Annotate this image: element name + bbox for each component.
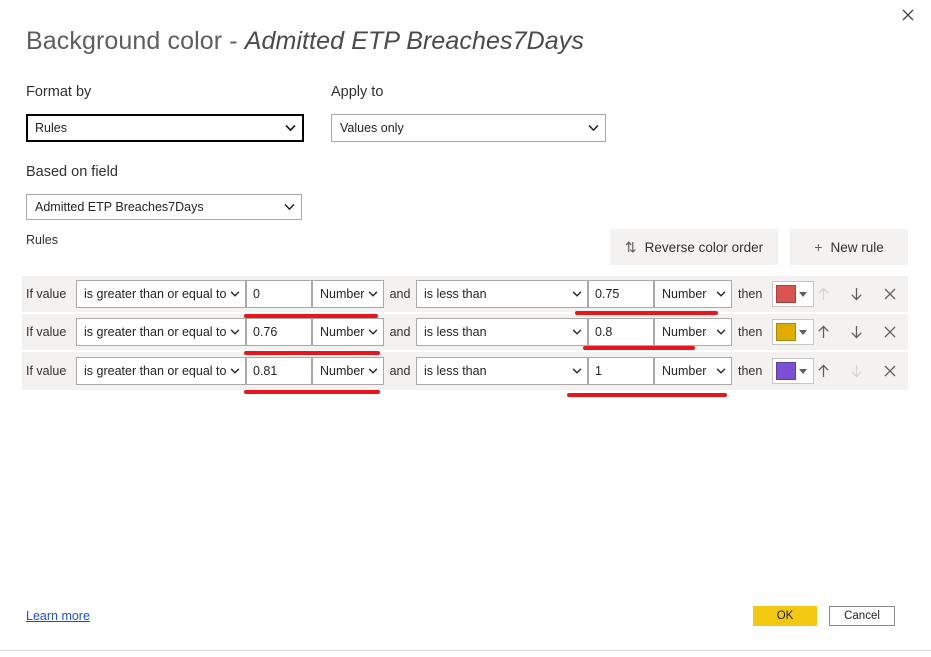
new-rule-label: New rule xyxy=(830,239,884,255)
based-on-field-label: Based on field xyxy=(26,164,118,180)
move-rule-down-button xyxy=(848,362,865,380)
rule-value2-input[interactable]: 1 xyxy=(588,357,654,385)
chevron-down-icon xyxy=(588,124,599,132)
new-rule-button[interactable]: + New rule xyxy=(790,229,908,265)
bottom-divider xyxy=(0,650,931,651)
delete-rule-button[interactable] xyxy=(881,323,898,341)
then-label: then xyxy=(738,364,763,378)
cancel-button[interactable]: Cancel xyxy=(829,606,895,626)
chevron-down-icon xyxy=(230,291,240,297)
and-label: and xyxy=(389,364,411,378)
chevron-down-icon xyxy=(799,329,807,335)
learn-more-link[interactable]: Learn more xyxy=(26,609,90,623)
chevron-down-icon xyxy=(368,329,378,335)
format-by-value: Rules xyxy=(35,121,67,135)
ok-button[interactable]: OK xyxy=(753,606,817,626)
rule-value2-input[interactable]: 0.75 xyxy=(588,280,654,308)
rule-condition2-select[interactable]: is less than xyxy=(416,318,588,346)
color-swatch xyxy=(776,362,796,380)
if-value-label: If value xyxy=(26,364,67,378)
rule-color-swatch-button[interactable] xyxy=(772,281,814,307)
rule-row: If value is greater than or equal to 0 Numb… xyxy=(22,276,908,314)
chevron-down-icon xyxy=(368,291,378,297)
based-on-field-select[interactable]: Admitted ETP Breaches7Days xyxy=(26,194,302,220)
reverse-color-order-button[interactable]: ⇅ Reverse color order xyxy=(610,229,778,265)
format-by-select[interactable]: Rules xyxy=(26,114,304,142)
chevron-down-icon xyxy=(285,124,296,132)
chevron-down-icon xyxy=(284,203,295,211)
delete-rule-button[interactable] xyxy=(881,362,898,380)
rules-list: If value is greater than or equal to 0 Numb… xyxy=(22,276,908,390)
move-rule-up-button[interactable] xyxy=(815,362,832,380)
then-label: then xyxy=(738,287,763,301)
move-rule-down-button[interactable] xyxy=(848,323,865,341)
chevron-down-icon xyxy=(799,368,807,374)
rule-condition2-select[interactable]: is less than xyxy=(416,280,588,308)
apply-to-value: Values only xyxy=(340,121,404,135)
rule-type2-select[interactable]: Number xyxy=(654,357,732,385)
color-swatch xyxy=(776,323,796,341)
apply-to-label: Apply to xyxy=(331,84,384,100)
rule-type1-select[interactable]: Number xyxy=(312,318,384,346)
move-rule-down-button[interactable] xyxy=(848,285,865,303)
rule-condition2-select[interactable]: is less than xyxy=(416,357,588,385)
chevron-down-icon xyxy=(368,368,378,374)
sort-arrows-icon: ⇅ xyxy=(624,239,637,255)
red-annotation-stroke xyxy=(567,393,727,397)
delete-rule-button[interactable] xyxy=(881,285,898,303)
red-annotation-stroke xyxy=(244,390,380,394)
based-on-field-value: Admitted ETP Breaches7Days xyxy=(35,200,204,214)
reverse-color-order-label: Reverse color order xyxy=(644,239,764,255)
rule-row-actions xyxy=(815,285,908,303)
page-title: Background color - Admitted ETP Breaches… xyxy=(26,27,584,56)
rule-row: If value is greater than or equal to 0.81 N… xyxy=(22,352,908,390)
rule-row: If value is greater than or equal to 0.76 N… xyxy=(22,314,908,352)
rule-value2-input[interactable]: 0.8 xyxy=(588,318,654,346)
close-dialog-button[interactable] xyxy=(885,0,931,30)
chevron-down-icon xyxy=(716,368,726,374)
dialog-title-prefix: Background color - xyxy=(26,27,245,55)
rule-condition1-select[interactable]: is greater than or equal to xyxy=(76,318,246,346)
and-label: and xyxy=(389,325,411,339)
chevron-down-icon xyxy=(230,368,240,374)
rules-label: Rules xyxy=(26,233,58,247)
chevron-down-icon xyxy=(799,291,807,297)
rule-value1-input[interactable]: 0.76 xyxy=(246,318,312,346)
chevron-down-icon xyxy=(716,291,726,297)
and-label: and xyxy=(389,287,411,301)
apply-to-select[interactable]: Values only xyxy=(331,114,606,142)
if-value-label: If value xyxy=(26,325,67,339)
then-label: then xyxy=(738,325,763,339)
rule-color-swatch-button[interactable] xyxy=(772,319,814,345)
rule-type2-select[interactable]: Number xyxy=(654,280,732,308)
close-icon xyxy=(902,9,914,21)
move-rule-up-button xyxy=(815,285,832,303)
rule-row-actions xyxy=(815,323,908,341)
chevron-down-icon xyxy=(230,329,240,335)
chevron-down-icon xyxy=(572,368,582,374)
move-rule-up-button[interactable] xyxy=(815,323,832,341)
color-swatch xyxy=(776,285,796,303)
rule-type1-select[interactable]: Number xyxy=(312,357,384,385)
rule-condition1-select[interactable]: is greater than or equal to xyxy=(76,357,246,385)
rule-color-swatch-button[interactable] xyxy=(772,358,814,384)
chevron-down-icon xyxy=(572,329,582,335)
rule-value1-input[interactable]: 0.81 xyxy=(246,357,312,385)
chevron-down-icon xyxy=(716,329,726,335)
rule-condition1-select[interactable]: is greater than or equal to xyxy=(76,280,246,308)
rule-row-actions xyxy=(815,362,908,380)
if-value-label: If value xyxy=(26,287,67,301)
rule-type2-select[interactable]: Number xyxy=(654,318,732,346)
rule-type1-select[interactable]: Number xyxy=(312,280,384,308)
dialog-title-field: Admitted ETP Breaches7Days xyxy=(244,27,585,55)
rule-value1-input[interactable]: 0 xyxy=(246,280,312,308)
format-by-label: Format by xyxy=(26,84,92,100)
plus-icon: + xyxy=(814,239,823,255)
chevron-down-icon xyxy=(572,291,582,297)
